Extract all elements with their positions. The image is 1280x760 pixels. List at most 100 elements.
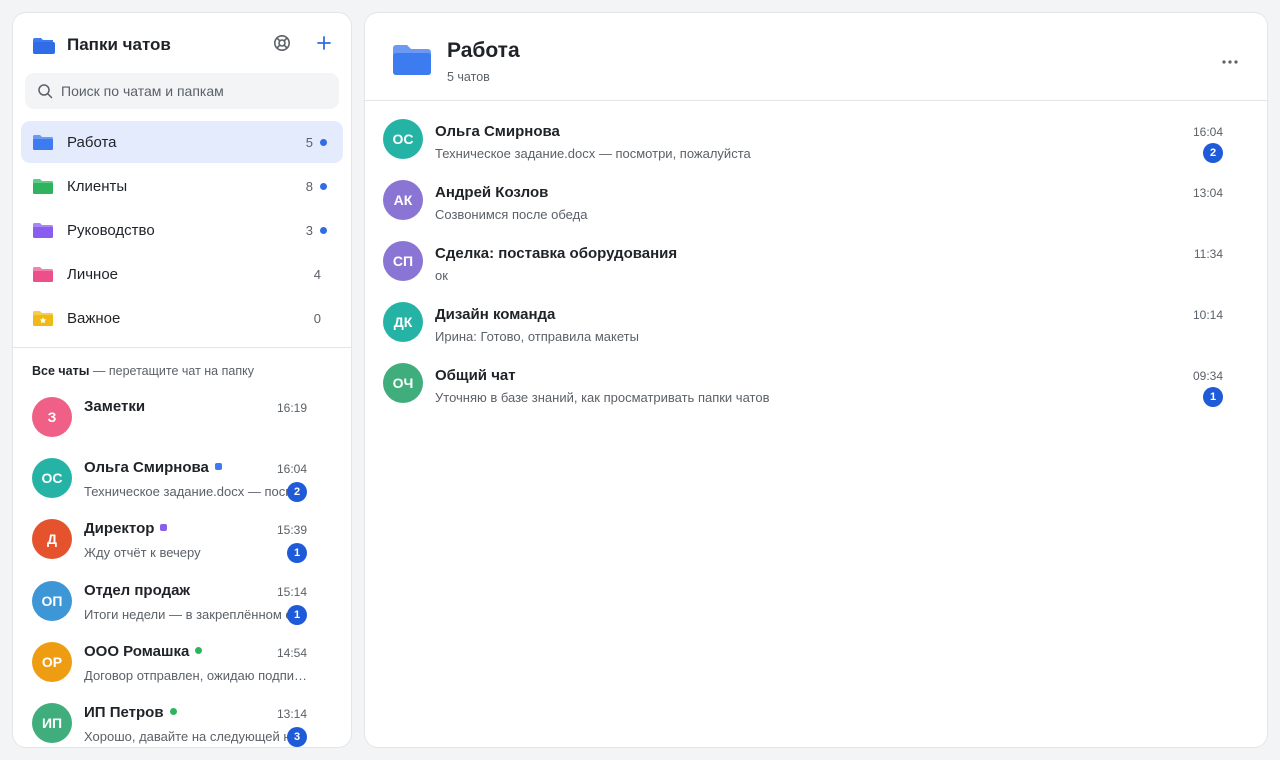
chat-preview: ок <box>435 268 448 283</box>
chat-time: 11:34 <box>1193 247 1223 261</box>
chat-time: 16:04 <box>276 462 307 477</box>
add-folder-button[interactable] <box>313 34 335 56</box>
unread-badge: 2 <box>1203 143 1223 163</box>
folder-header: Работа 5 чатов <box>365 13 1267 101</box>
folder-item-clients[interactable]: Клиенты 8 <box>21 165 343 207</box>
chat-name-text: Заметки <box>84 398 146 415</box>
chat-preview: Ирина: Готово, отправила макеты <box>435 329 639 344</box>
chat-preview: Договор отправлен, ожидаю подписания <box>84 667 310 683</box>
chat-name: Заметки <box>84 398 145 415</box>
chat-name-text: Отдел продаж <box>84 581 191 599</box>
unread-badge: 1 <box>1203 387 1223 407</box>
folder-tag <box>169 707 177 715</box>
chat-name: ИП Петров <box>84 704 177 721</box>
folder-count: 3 <box>305 223 313 238</box>
all-chats-hint-text: — перетащите чат на папку <box>89 364 254 378</box>
search-bar[interactable] <box>25 73 339 109</box>
unread-badge: 1 <box>287 604 307 625</box>
chat-name-text: Ольга Смирнова <box>84 459 209 477</box>
chat-name: Сделка: поставка оборудования <box>435 245 678 262</box>
chat-preview: Техническое задание.docx — посмотри, пож… <box>435 146 751 161</box>
avatar: ДК <box>383 302 423 342</box>
folder-label: Клиенты <box>67 178 128 195</box>
chat-item-romashka[interactable]: ОР ООО Ромашка 14:54 Договор отправлен, … <box>13 636 351 697</box>
chat-time: 10:14 <box>1192 308 1223 322</box>
chat-time: 09:34 <box>1192 369 1223 383</box>
avatar: Д <box>32 519 72 560</box>
chat-item-deal[interactable]: СП Сделка: поставка оборудования 11:34 о… <box>365 233 1267 294</box>
avatar: СП <box>383 241 423 281</box>
chat-item-olga[interactable]: ОС Ольга Смирнова 16:04 Техническое зада… <box>13 452 351 513</box>
unread-dot <box>320 183 327 190</box>
chat-time: 16:04 <box>1192 125 1223 139</box>
avatar: З <box>32 397 72 437</box>
folder-label: Работа <box>67 134 117 151</box>
chat-name: Ольга Смирнова <box>435 123 560 140</box>
avatar: ОП <box>32 580 72 621</box>
chat-name: Директор <box>84 520 168 538</box>
chat-item-general[interactable]: ОЧ Общий чат 09:34 Уточняю в базе знаний… <box>365 355 1267 416</box>
folders-sidebar: Папки чатов Работа 5 <box>12 12 352 748</box>
chat-name: Дизайн команда <box>435 306 556 323</box>
folder-icon <box>33 36 55 59</box>
folder-icon <box>33 266 53 287</box>
chat-item-notes[interactable]: З Заметки 16:19 <box>13 391 351 452</box>
unread-badge: 1 <box>287 543 307 564</box>
chat-item-petrov[interactable]: ИП ИП Петров 13:14 Хорошо, давайте на сл… <box>13 697 351 747</box>
chat-time: 14:54 <box>276 645 307 660</box>
chat-time: 16:19 <box>276 401 307 415</box>
chat-item-kozlov[interactable]: АК Андрей Козлов 13:04 Созвонимся после … <box>365 172 1267 233</box>
avatar: ОС <box>32 458 72 499</box>
chat-time: 13:04 <box>1192 186 1223 200</box>
chat-preview: Жду отчёт к вечеру <box>84 545 201 561</box>
folder-tag <box>195 646 203 654</box>
folder-label: Важное <box>67 310 121 327</box>
folder-icon <box>393 43 431 80</box>
lifebuoy-icon <box>273 34 291 57</box>
avatar: АК <box>383 180 423 220</box>
sidebar-title: Папки чатов <box>67 35 171 54</box>
folder-count: 8 <box>305 179 313 194</box>
chat-count: 5 чатов <box>447 70 490 84</box>
chat-item-design[interactable]: ДК Дизайн команда 10:14 Ирина: Готово, о… <box>365 294 1267 355</box>
chat-name-text: Директор <box>84 520 155 538</box>
folder-tag <box>160 524 168 532</box>
plus-icon <box>316 35 332 56</box>
folder-item-personal[interactable]: Личное 4 <box>21 253 343 295</box>
folder-item-work[interactable]: Работа 5 <box>21 121 343 163</box>
chat-name: Ольга Смирнова <box>84 459 222 476</box>
all-chats-label: Все чаты <box>32 364 90 378</box>
folder-item-management[interactable]: Руководство 3 <box>21 209 343 251</box>
chat-preview: Техническое задание.docx — посмотри, пож… <box>84 484 310 500</box>
search-icon <box>37 83 53 99</box>
folder-list: Работа 5 Клиенты 8 Руководство 3 Личное <box>21 121 343 341</box>
chat-name-text: ООО Ромашка <box>84 642 190 660</box>
folder-chat-list: ОС Ольга Смирнова 16:04 Техническое зада… <box>365 111 1267 416</box>
chat-item-director[interactable]: Д Директор 15:39 Жду отчёт к вечеру 1 <box>13 513 351 574</box>
chat-time: 13:14 <box>276 706 307 721</box>
search-input[interactable] <box>61 83 321 99</box>
avatar: ОЧ <box>383 363 423 403</box>
chat-preview: Итоги недели — в закреплённом сообщении <box>84 606 310 622</box>
avatar: ИП <box>32 702 72 743</box>
unread-dot <box>320 227 327 234</box>
chat-name: ООО Ромашка <box>84 642 203 660</box>
chat-preview: Хорошо, давайте на следующей неделе <box>84 728 310 744</box>
chat-name-text: ИП Петров <box>84 703 164 721</box>
support-button[interactable] <box>271 34 293 56</box>
folder-item-important[interactable]: Важное 0 <box>21 297 343 339</box>
unread-badge: 2 <box>287 482 307 503</box>
avatar: ОС <box>383 119 423 159</box>
chat-item-olga[interactable]: ОС Ольга Смирнова 16:04 Техническое зада… <box>365 111 1267 172</box>
chat-item-sales[interactable]: ОП Отдел продаж 15:14 Итоги недели — в з… <box>13 575 351 636</box>
folder-count: 0 <box>313 311 321 326</box>
more-options-button[interactable] <box>1219 49 1241 71</box>
chat-time: 15:39 <box>276 523 307 538</box>
unread-badge: 3 <box>287 726 307 747</box>
chat-name: Общий чат <box>435 367 516 384</box>
folder-label: Руководство <box>67 222 155 239</box>
chat-time: 15:14 <box>276 584 307 599</box>
folder-count: 5 <box>305 135 313 150</box>
star-folder-icon <box>33 310 53 331</box>
folder-icon <box>33 222 53 243</box>
